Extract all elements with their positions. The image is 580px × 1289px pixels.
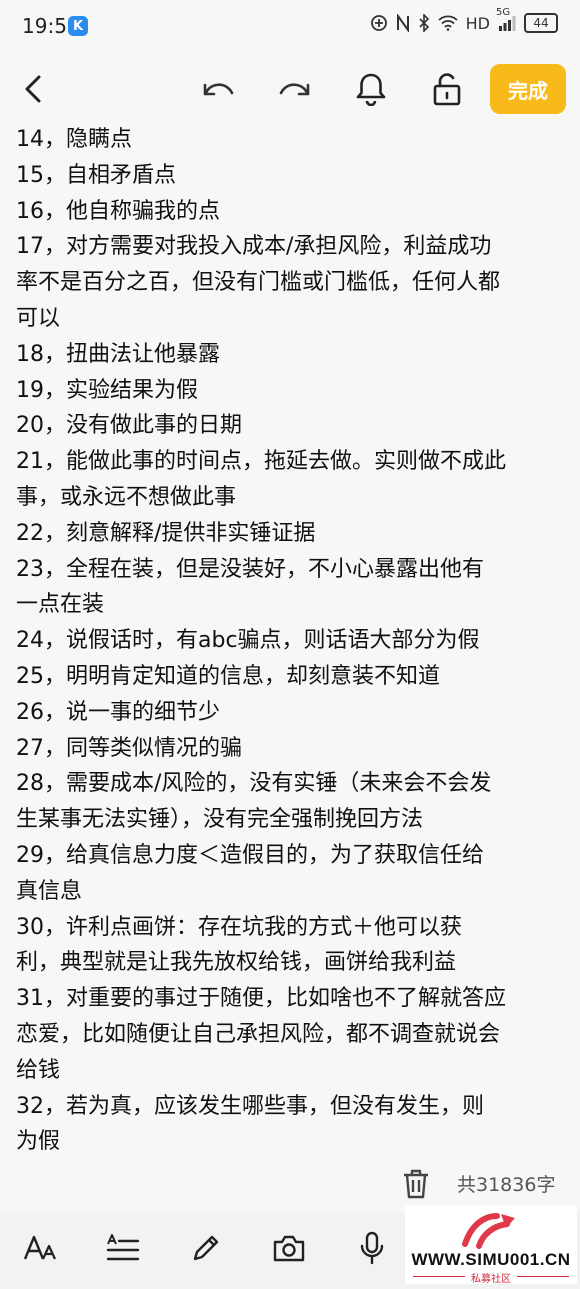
app-notification-icon: K — [68, 16, 88, 36]
site-watermark: WWW.SIMU001.CN 私募社区 — [405, 1206, 577, 1285]
watermark-url: WWW.SIMU001.CN — [411, 1250, 571, 1269]
note-line: 可以 — [16, 305, 61, 331]
pen-icon — [193, 1235, 219, 1261]
paragraph-format-button[interactable] — [97, 1222, 149, 1274]
note-line: 生某事无法实锤），没有完全强制挽回方法 — [16, 807, 424, 833]
undo-button[interactable] — [193, 58, 245, 120]
redo-icon — [279, 83, 310, 96]
nfc-icon — [396, 14, 410, 32]
note-footer: 共31836字 — [0, 1158, 580, 1208]
network-type-label: 5G — [496, 7, 511, 18]
note-line: 26，说一事的细节少 — [16, 699, 220, 725]
watermark-logo-icon — [462, 1213, 515, 1249]
bluetooth-icon — [418, 14, 430, 32]
camera-button[interactable] — [263, 1222, 315, 1274]
note-content[interactable]: 14，隐瞒点 15，自相矛盾点 16，他自称骗我的点 17，对方需要对我投入成本/承担… — [16, 122, 568, 1160]
note-line: 18，扭曲法让他暴露 — [16, 341, 220, 367]
note-line: 为假 — [16, 1129, 61, 1155]
note-line: 23，全程在装，但是没装好，不小心暴露出他有 — [16, 556, 484, 582]
note-line: 28，需要成本/风险的，没有实锤（未来会不会发 — [16, 771, 492, 797]
signal-icon: 5G — [496, 7, 516, 31]
watermark-subtitle: 私募社区 — [471, 1274, 511, 1285]
hd-label: HD — [465, 13, 490, 33]
note-line: 恋爱，比如随便让自己承担风险，都不调查就说会 — [16, 1021, 501, 1047]
note-line: 27，同等类似情况的骗 — [16, 735, 242, 761]
note-line: 19，实验结果为假 — [16, 377, 198, 403]
note-line: 16，他自称骗我的点 — [16, 198, 220, 224]
lock-button[interactable] — [421, 58, 473, 120]
note-line: 24，说假话时，有abc骗点，则话语大部分为假 — [16, 628, 480, 654]
microphone-icon — [360, 1231, 384, 1265]
done-button[interactable]: 完成 — [490, 64, 566, 114]
back-button[interactable] — [8, 58, 60, 120]
camera-icon — [273, 1235, 305, 1262]
font-size-icon — [23, 1235, 56, 1260]
status-bar: 19:56 K HD 5G 44 — [0, 0, 580, 52]
voice-input-button[interactable] — [346, 1222, 398, 1274]
note-line: 21，能做此事的时间点，拖延去做。实则做不成此 — [16, 449, 506, 475]
note-line: 真信息 — [16, 878, 83, 904]
paragraph-icon — [106, 1234, 140, 1261]
undo-icon — [203, 83, 234, 96]
note-line: 14，隐瞒点 — [16, 127, 132, 152]
editor-toolbar: 完成 — [0, 58, 580, 120]
note-line: 17，对方需要对我投入成本/承担风险，利益成功 — [16, 234, 492, 260]
redo-button[interactable] — [268, 58, 320, 120]
text-style-button[interactable] — [14, 1222, 66, 1274]
note-line: 25，明明肯定知道的信息，却刻意装不知道 — [16, 663, 440, 689]
note-line: 31，对重要的事过于随便，比如啥也不了解就答应 — [16, 986, 506, 1012]
data-saver-icon — [370, 14, 388, 32]
watermark-rule-right — [517, 1276, 569, 1277]
delete-button[interactable] — [398, 1166, 434, 1202]
word-count: 共31836字 — [457, 1174, 556, 1196]
status-icons: HD 5G 44 — [370, 7, 558, 33]
note-line: 30，许利点画饼：存在坑我的方式＋他可以获 — [16, 914, 462, 940]
trash-icon — [404, 1169, 428, 1199]
handwriting-button[interactable] — [180, 1222, 232, 1274]
bell-icon — [356, 73, 386, 106]
note-line: 20，没有做此事的日期 — [16, 413, 242, 439]
unlock-icon — [433, 73, 461, 106]
note-line: 率不是百分之百，但没有门槛或门槛低，任何人都 — [16, 270, 501, 296]
note-line: 事，或永远不想做此事 — [16, 484, 237, 510]
note-line: 利，典型就是让我先放权给钱，画饼给我利益 — [16, 950, 457, 976]
note-line: 给钱 — [16, 1057, 61, 1083]
note-line: 22，刻意解释/提供非实锤证据 — [16, 520, 316, 546]
reminder-button[interactable] — [345, 58, 397, 120]
wifi-icon — [438, 15, 458, 31]
note-line: 一点在装 — [16, 592, 105, 618]
note-line: 32，若为真，应该发生哪些事，但没有发生，则 — [16, 1093, 484, 1119]
note-line: 15，自相矛盾点 — [16, 162, 176, 188]
back-arrow-icon — [25, 75, 41, 103]
note-line: 29，给真信息力度＜造假目的，为了获取信任给 — [16, 842, 484, 868]
battery-icon: 44 — [524, 13, 558, 33]
